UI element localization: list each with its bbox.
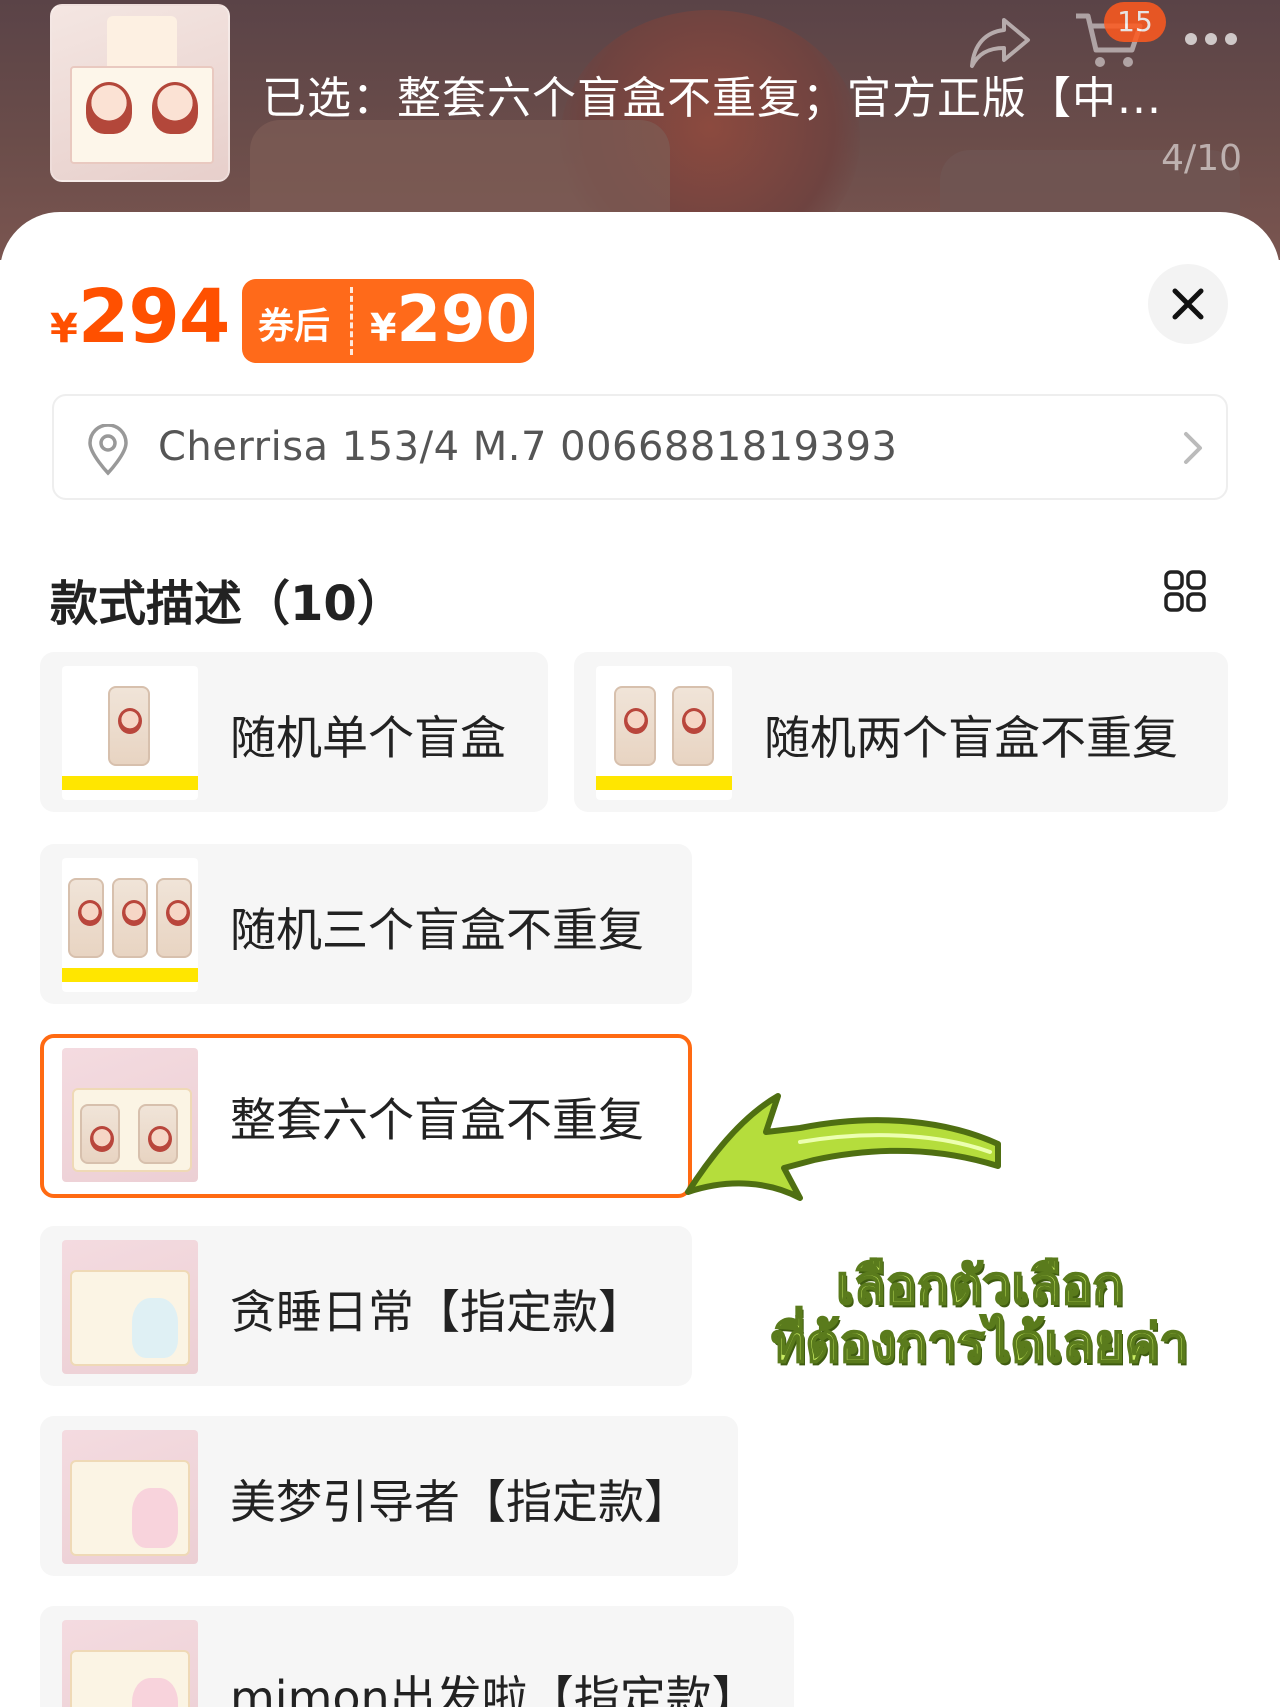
option-thumbnail [62, 1430, 198, 1564]
options-section-title: 款式描述（10） [50, 576, 405, 632]
coupon-price-badge: 券后 ¥290 [242, 279, 534, 363]
close-icon [1172, 288, 1204, 320]
blind-box-figure [614, 686, 656, 766]
grid-view-icon[interactable] [1164, 570, 1206, 612]
instruction-annotation: เลือกตัวเลือก ที่ต้องการได้เลยค่า [700, 1256, 1260, 1374]
blind-box-figure [672, 686, 714, 766]
option-thumbnail [62, 666, 198, 800]
pointer-arrow-icon [685, 1093, 1001, 1201]
image-page-counter: 4/10 [1161, 138, 1242, 179]
thumbnail-figure [86, 82, 132, 134]
option-card[interactable]: 随机两个盲盒不重复 [574, 652, 1228, 812]
annotation-line-2: ที่ต้องการได้เลยค่า [770, 1314, 1189, 1374]
option-label: mimon出发啦【指定款】 [230, 1671, 758, 1707]
thumbnail-caption-stripe [62, 968, 198, 982]
annotation-line-1: เลือกตัวเลือก [835, 1256, 1125, 1316]
thumbnail-display-stand [107, 16, 177, 72]
blind-box-figure [68, 878, 104, 958]
option-label: 随机三个盲盒不重复 [230, 903, 644, 957]
thumbnail-box [70, 66, 214, 164]
option-card[interactable]: 随机三个盲盒不重复 [40, 844, 692, 1004]
option-label: 美梦引导者【指定款】 [230, 1475, 690, 1529]
thumbnail-figure [152, 82, 198, 134]
blind-box-figure [112, 878, 148, 958]
figure-doll [132, 1678, 178, 1707]
blind-box-figure [156, 878, 192, 958]
delivery-address-text: Cherrisa 153/4 M.7 0066881819393 [158, 424, 898, 470]
thumbnail-caption-stripe [62, 776, 198, 790]
blind-box-figure [108, 686, 150, 766]
option-label: 贪睡日常【指定款】 [230, 1285, 644, 1339]
coupon-price: ¥290 [370, 283, 530, 357]
option-card[interactable]: mimon出发啦【指定款】 [40, 1606, 794, 1707]
sku-selector-sheet: ¥294 券后 ¥290 Cherrisa 153/4 M.7 00668818… [0, 212, 1280, 1707]
more-icon[interactable] [1185, 30, 1245, 50]
figure-doll [132, 1298, 178, 1358]
option-card[interactable]: 贪睡日常【指定款】 [40, 1226, 692, 1386]
option-thumbnail [62, 1620, 198, 1707]
option-thumbnail [62, 858, 198, 992]
option-card[interactable]: 美梦引导者【指定款】 [40, 1416, 738, 1576]
selected-variant-text: 已选：整套六个盲盒不重复；官方正版【中... [262, 73, 1162, 124]
delivery-address-selector[interactable]: Cherrisa 153/4 M.7 0066881819393 [52, 394, 1228, 500]
share-icon[interactable] [968, 14, 1032, 70]
option-label: 随机单个盲盒 [230, 711, 506, 765]
coupon-label: 券后 [258, 306, 331, 347]
figure-doll [132, 1488, 178, 1548]
blind-box-figure [138, 1104, 178, 1164]
coupon-divider [350, 287, 353, 355]
blind-box-figure [80, 1104, 120, 1164]
selected-product-thumbnail[interactable] [50, 4, 230, 182]
current-price: ¥294 [50, 274, 230, 360]
currency-symbol: ¥ [50, 306, 78, 352]
coupon-price-amount: 290 [396, 283, 531, 357]
option-label: 随机两个盲盒不重复 [764, 711, 1178, 765]
option-card-selected[interactable]: 整套六个盲盒不重复 [40, 1034, 692, 1198]
thumbnail-caption-stripe [596, 776, 732, 790]
coupon-currency-symbol: ¥ [370, 306, 397, 350]
location-pin-icon [88, 424, 128, 476]
option-thumbnail [62, 1240, 198, 1374]
price-amount: 294 [77, 274, 230, 360]
option-label: 整套六个盲盒不重复 [230, 1093, 644, 1147]
cart-count-badge: 15 [1104, 2, 1166, 42]
close-button[interactable] [1148, 264, 1228, 344]
option-thumbnail [62, 1048, 198, 1182]
option-thumbnail [596, 666, 732, 800]
option-card[interactable]: 随机单个盲盒 [40, 652, 548, 812]
chevron-right-icon [1184, 432, 1202, 464]
